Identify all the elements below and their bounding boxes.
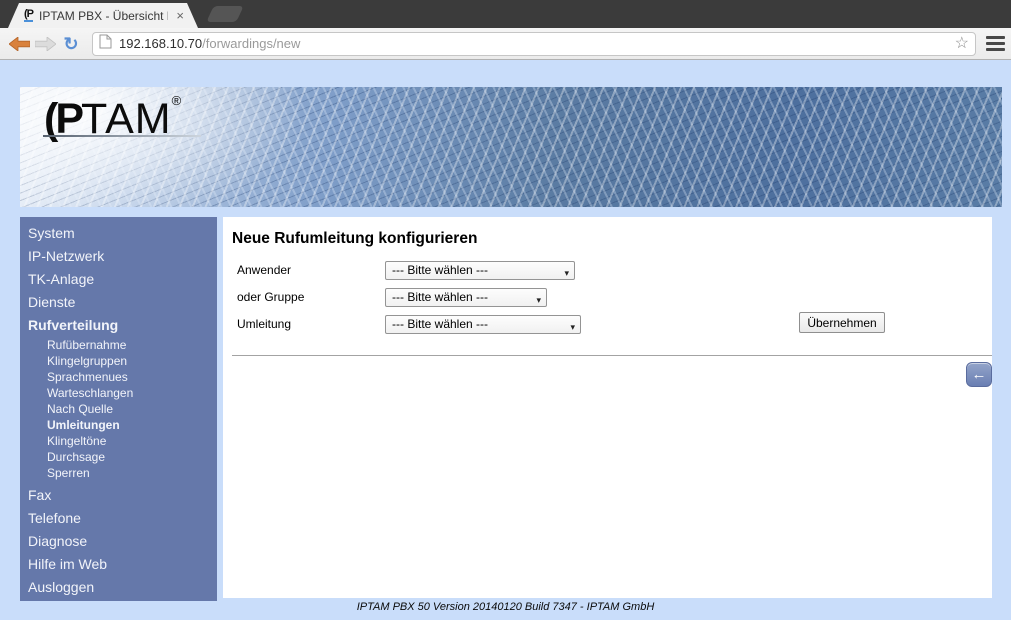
anwender-select-value: --- Bitte wählen --- [392, 263, 489, 277]
chevron-down-icon: ▾ [570, 322, 575, 332]
logo-registered-mark: ® [171, 93, 182, 108]
sidebar-item-hilfe-im-web[interactable]: Hilfe im Web [20, 553, 217, 576]
browser-tab[interactable]: (P IPTAM PBX - Übersicht Ru × [8, 3, 198, 28]
sidebar-item-warteschlangen[interactable]: Warteschlangen [20, 385, 217, 401]
sidebar-item-ausloggen[interactable]: Ausloggen [20, 576, 217, 599]
url-text[interactable]: 192.168.10.70/forwardings/new [119, 36, 948, 51]
page-body: (PTAM® System IP-Netzwerk TK-Anlage Dien… [0, 60, 1011, 620]
anwender-label: Anwender [237, 263, 292, 277]
footer-version-text: IPTAM PBX 50 Version 20140120 Build 7347… [356, 601, 655, 613]
browser-toolbar: ↻ 192.168.10.70/forwardings/new ☆ [0, 28, 1011, 60]
bookmark-star-icon[interactable]: ☆ [955, 35, 969, 52]
sidebar-item-nach-quelle[interactable]: Nach Quelle [20, 401, 217, 417]
chevron-down-icon: ▾ [536, 295, 541, 305]
page-back-button[interactable]: ← [966, 362, 992, 387]
sidebar-item-dienste[interactable]: Dienste [20, 291, 217, 314]
sidebar-item-umleitungen-current[interactable]: Umleitungen [20, 417, 217, 433]
url-host: 192.168.10.70 [119, 36, 203, 51]
iptam-favicon-icon: (P [24, 8, 34, 22]
sidebar-item-durchsage[interactable]: Durchsage [20, 449, 217, 465]
anwender-select[interactable]: --- Bitte wählen --- ▾ [385, 261, 575, 280]
reload-glyph: ↻ [63, 33, 79, 54]
content-divider [232, 355, 992, 356]
sidebar-item-diagnose[interactable]: Diagnose [20, 530, 217, 553]
reload-icon[interactable]: ↻ [58, 34, 84, 54]
sidebar-item-rufuebernahme[interactable]: Rufübernahme [20, 337, 217, 353]
browser-tab-bar: (P IPTAM PBX - Übersicht Ru × [0, 0, 1011, 28]
sidebar-item-system[interactable]: System [20, 222, 217, 245]
tab-title: IPTAM PBX - Übersicht Ru [39, 8, 169, 23]
forward-arrow-icon[interactable] [32, 34, 58, 54]
oder-gruppe-select-value: --- Bitte wählen --- [392, 290, 489, 304]
sidebar-item-fax[interactable]: Fax [20, 484, 217, 507]
page-document-icon [99, 34, 112, 54]
sidebar-item-klingelgruppen[interactable]: Klingelgruppen [20, 353, 217, 369]
sidebar-item-sperren[interactable]: Sperren [20, 465, 217, 481]
sidebar-item-sprachmenues[interactable]: Sprachmenues [20, 369, 217, 385]
sidebar-item-rufverteilung[interactable]: Rufverteilung [20, 314, 217, 337]
chevron-down-icon: ▾ [564, 268, 569, 278]
umleitung-select-value: --- Bitte wählen --- [392, 317, 489, 331]
sidebar-item-tk-anlage[interactable]: TK-Anlage [20, 268, 217, 291]
header-banner: (PTAM® [20, 87, 1002, 207]
new-tab-button[interactable] [206, 6, 244, 22]
logo-underline [43, 135, 201, 137]
umleitung-select[interactable]: --- Bitte wählen --- ▾ [385, 315, 581, 334]
left-arrow-icon: ← [971, 366, 987, 383]
tab-close-icon[interactable]: × [174, 8, 184, 23]
sidebar-item-telefone[interactable]: Telefone [20, 507, 217, 530]
sidebar-item-klingeltoene[interactable]: Klingeltöne [20, 433, 217, 449]
browser-window: (P IPTAM PBX - Übersicht Ru × ↻ 192.168.… [0, 0, 1011, 620]
uebernehmen-button[interactable]: Übernehmen [799, 312, 885, 333]
url-path: /forwardings/new [202, 36, 301, 51]
oder-gruppe-select[interactable]: --- Bitte wählen --- ▾ [385, 288, 547, 307]
url-bar[interactable]: 192.168.10.70/forwardings/new ☆ [92, 31, 976, 56]
sidebar-navigation: System IP-Netzwerk TK-Anlage Dienste Ruf… [20, 217, 217, 601]
oder-gruppe-label: oder Gruppe [237, 290, 305, 304]
page-title: Neue Rufumleitung konfigurieren [232, 230, 478, 247]
umleitung-label: Umleitung [237, 317, 292, 331]
browser-menu-icon[interactable] [986, 36, 1005, 51]
sidebar-item-ip-netzwerk[interactable]: IP-Netzwerk [20, 245, 217, 268]
back-arrow-icon[interactable] [6, 34, 32, 54]
main-content: Neue Rufumleitung konfigurieren Anwender… [223, 217, 992, 598]
